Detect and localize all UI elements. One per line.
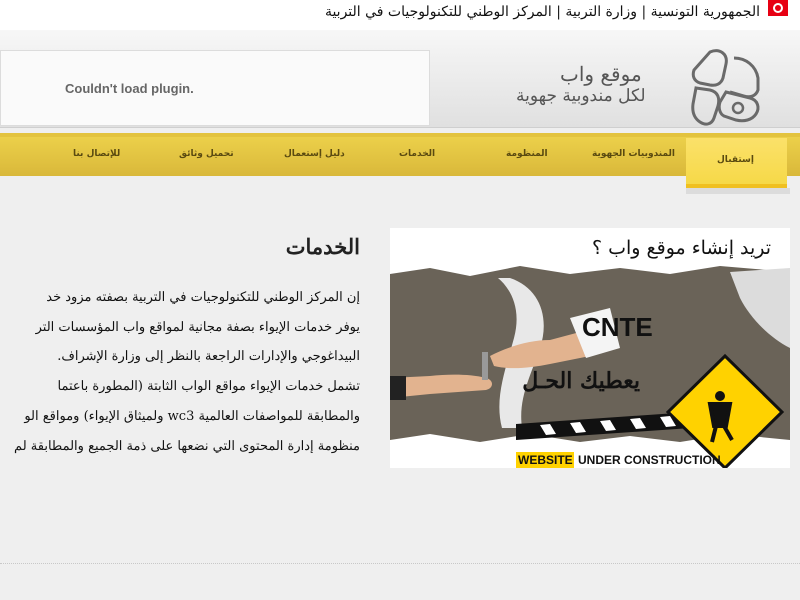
key-icon	[482, 352, 488, 380]
logo-text-line1: موقع واب	[560, 62, 642, 86]
nav-active-shadow	[686, 188, 790, 194]
cnte-logo-icon[interactable]	[690, 48, 762, 126]
nav-item-home-label: إستقبال	[717, 155, 754, 165]
logo-text-line2: لكل مندوبية جهوية	[516, 86, 646, 106]
plugin-error-message: Couldn't load plugin.	[65, 81, 194, 96]
banner-tagline: يعطيك الحـل	[522, 368, 640, 394]
services-paragraph-line: تشمل خدمات الإيواء مواقع الواب الثابتة (…	[57, 379, 360, 394]
banner-question: تريد إنشاء موقع واب ؟	[592, 237, 772, 259]
nav-item-system[interactable]: المنظومة	[506, 149, 548, 159]
nav-item-user-guide[interactable]: دليل إستعمال	[284, 149, 345, 159]
nav-item-regional[interactable]: المندوبيات الجهوية	[592, 149, 675, 159]
services-paragraph-line: البيداغوجي والإدارات الراجعة بالنظر إلى …	[57, 349, 360, 364]
main-nav: المندوبيات الجهوية المنظومة الخدمات دليل…	[0, 133, 800, 176]
page-title: الخدمات	[285, 234, 360, 259]
top-bar: الجمهورية التونسية | وزارة التربية | الم…	[0, 0, 800, 30]
site-breadcrumb-title: الجمهورية التونسية | وزارة التربية | الم…	[324, 4, 760, 20]
promo-banner[interactable]: CNTE يعطيك الحـل WEBSITE UNDER CONSTRUCT…	[390, 228, 790, 468]
nav-item-home[interactable]: إستقبال	[686, 138, 787, 188]
nav-item-contact[interactable]: للإتصال بنا	[73, 149, 120, 159]
construction-word2: UNDER CONSTRUCTION	[578, 453, 721, 467]
site-header: Couldn't load plugin.	[0, 30, 800, 128]
promo-banner-art: CNTE يعطيك الحـل WEBSITE UNDER CONSTRUCT…	[390, 266, 790, 468]
services-paragraph-line: يوفر خدمات الإيواء بصفة مجانية لمواقع وا…	[35, 320, 360, 335]
footer-divider	[0, 563, 800, 564]
nav-item-downloads[interactable]: تحميل وثائق	[179, 149, 234, 159]
plugin-placeholder[interactable]: Couldn't load plugin.	[0, 50, 430, 126]
services-paragraph-line: والمطابقة للمواصفات العالمية wc3 ولميثاق…	[24, 409, 360, 424]
nav-item-services[interactable]: الخدمات	[399, 149, 435, 159]
banner-brand: CNTE	[582, 312, 653, 342]
construction-word1: WEBSITE	[518, 453, 573, 467]
worker-head	[715, 391, 725, 401]
sleeve-left	[390, 376, 406, 400]
services-paragraph-line: إن المركز الوطني للتكنولوجيات في التربية…	[46, 290, 360, 305]
services-paragraph-line: منظومة إدارة المحتوى التي نضعها على ذمة …	[14, 439, 360, 454]
tunisia-flag-icon	[768, 0, 788, 16]
